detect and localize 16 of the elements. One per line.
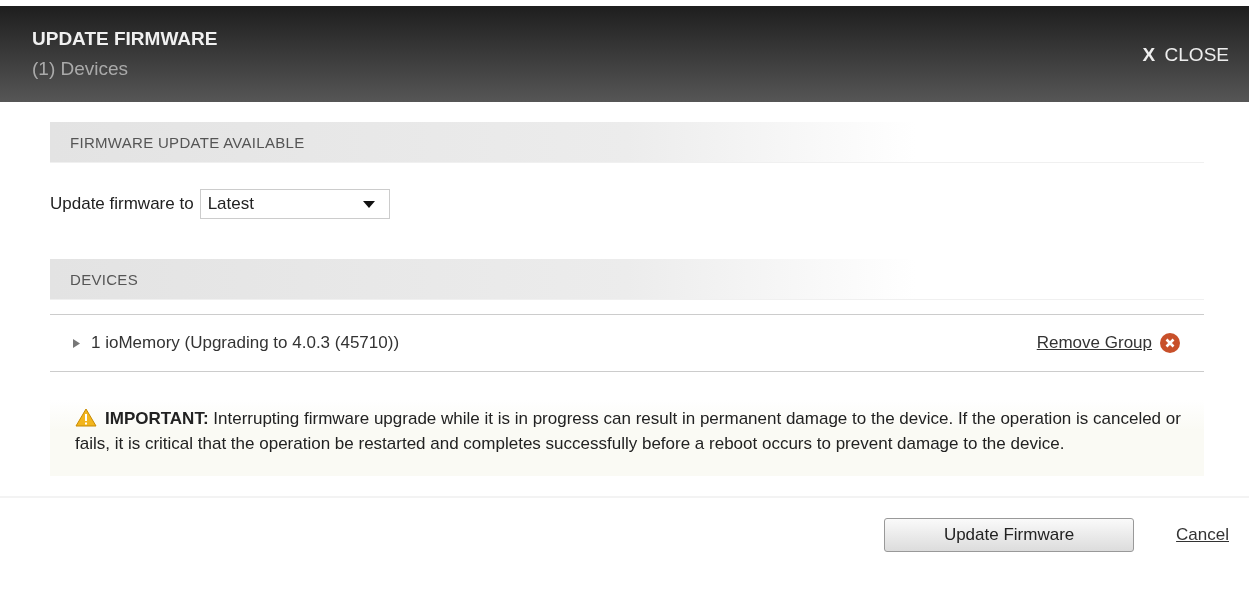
section-title: FIRMWARE UPDATE AVAILABLE [70, 133, 305, 151]
update-firmware-button[interactable]: Update Firmware [884, 518, 1135, 552]
warning-message: IMPORTANT: Interrupting firmware upgrade while it is in progress can result in permanent damage to the device. If the operation is canceled or fails, it is critical that the operation be restarted and completes successfully before a reboot occurs to prevent damage to the device. [75, 407, 1182, 455]
expand-arrow-icon[interactable] [72, 338, 81, 348]
caret-icon [362, 200, 375, 208]
device-count: (1) Devices [32, 58, 130, 80]
remove-icon[interactable] [1160, 333, 1180, 353]
remove-group-link[interactable]: Remove Group [1036, 333, 1152, 353]
field-label: Update firmware to [50, 194, 194, 214]
device-group-label: 1 ioMemory (Upgrading to 4.0.3 (45710)) [91, 333, 401, 353]
section-title: DEVICES [70, 270, 138, 288]
close-button[interactable]: X CLOSE [1142, 44, 1229, 66]
cancel-link[interactable]: Cancel [1176, 525, 1229, 545]
firmware-select[interactable]: Latest [199, 189, 390, 219]
dialog-title: UPDATE FIRMWARE [32, 28, 218, 50]
warning-icon [75, 408, 97, 427]
